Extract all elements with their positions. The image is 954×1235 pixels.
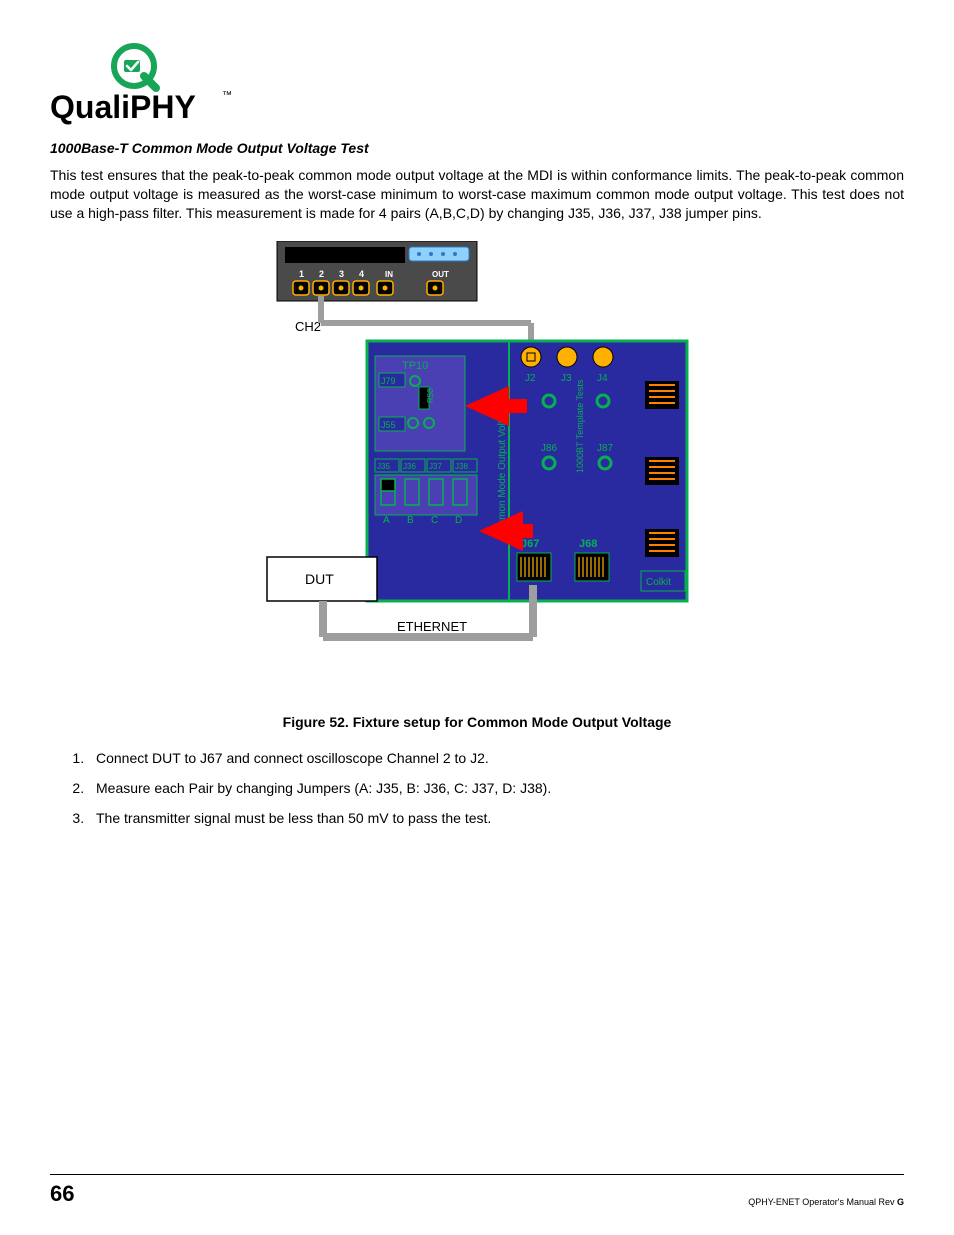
step-item: The transmitter signal must be less than… — [88, 810, 904, 826]
svg-text:2: 2 — [319, 269, 324, 279]
svg-text:J68: J68 — [579, 538, 597, 550]
svg-text:Colkit: Colkit — [646, 577, 671, 588]
svg-text:™: ™ — [222, 90, 232, 101]
svg-text:J3: J3 — [561, 373, 572, 384]
page-footer: 66 QPHY-ENET Operator's Manual Rev G — [50, 1174, 904, 1207]
svg-text:J55: J55 — [381, 420, 396, 430]
footer-manual-rev: QPHY-ENET Operator's Manual Rev G — [748, 1197, 904, 1207]
svg-text:J37: J37 — [429, 462, 442, 471]
step-item: Measure each Pair by changing Jumpers (A… — [88, 780, 904, 796]
svg-text:1: 1 — [299, 269, 304, 279]
pcb-board-icon: TP10 J79 R50 J55 J35 J36 — [367, 341, 687, 601]
svg-text:OUT: OUT — [432, 270, 449, 279]
svg-text:TP10: TP10 — [402, 360, 428, 372]
figure-caption: Figure 52. Fixture setup for Common Mode… — [50, 714, 904, 730]
svg-text:J4: J4 — [597, 373, 608, 384]
fixture-diagram: 1 2 3 4 IN OUT CH2 — [247, 241, 707, 661]
svg-text:IN: IN — [385, 270, 393, 279]
svg-text:A: A — [383, 515, 390, 526]
qualiphy-logo-icon: QualiPHY ™ — [50, 40, 240, 130]
svg-text:C: C — [431, 515, 438, 526]
svg-text:J67: J67 — [521, 538, 539, 550]
brand-logo: QualiPHY ™ — [50, 40, 904, 130]
page-number: 66 — [50, 1181, 74, 1207]
svg-text:J2: J2 — [525, 373, 536, 384]
section-heading: 1000Base-T Common Mode Output Voltage Te… — [50, 140, 904, 156]
svg-text:R50: R50 — [426, 387, 435, 402]
jack-row-top: J2 J3 J4 — [521, 347, 613, 384]
svg-text:QualiPHY: QualiPHY — [50, 89, 196, 125]
dut-label: DUT — [305, 571, 334, 587]
figure-52: 1 2 3 4 IN OUT CH2 — [50, 241, 904, 730]
svg-text:3: 3 — [339, 269, 344, 279]
body-paragraph: This test ensures that the peak-to-peak … — [50, 166, 904, 223]
svg-text:J35: J35 — [377, 462, 390, 471]
ethernet-label: ETHERNET — [397, 619, 467, 634]
oscilloscope-icon: 1 2 3 4 IN OUT — [277, 241, 477, 301]
svg-text:J79: J79 — [381, 376, 396, 386]
svg-text:4: 4 — [359, 269, 364, 279]
svg-text:1000BT Template Tests: 1000BT Template Tests — [575, 379, 585, 473]
svg-text:D: D — [455, 515, 462, 526]
svg-text:J86: J86 — [541, 443, 558, 454]
svg-text:B: B — [407, 515, 414, 526]
svg-text:J87: J87 — [597, 443, 614, 454]
step-item: Connect DUT to J67 and connect oscillosc… — [88, 750, 904, 766]
ch2-label: CH2 — [295, 319, 321, 334]
svg-text:J38: J38 — [455, 462, 468, 471]
svg-text:J36: J36 — [403, 462, 416, 471]
procedure-list: Connect DUT to J67 and connect oscillosc… — [88, 750, 904, 826]
